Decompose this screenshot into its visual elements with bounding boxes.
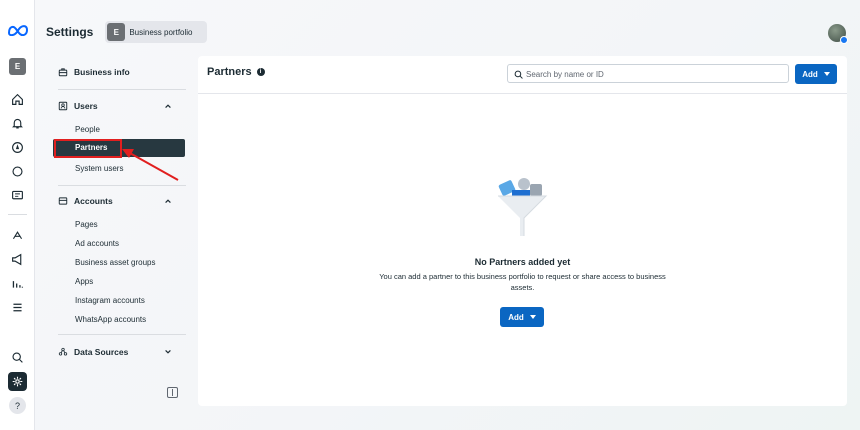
sidebar-section-label: Accounts bbox=[74, 196, 113, 206]
pages-icon[interactable] bbox=[8, 186, 27, 205]
menu-icon[interactable] bbox=[8, 298, 27, 317]
search-icon bbox=[514, 70, 523, 79]
bell-icon[interactable] bbox=[8, 114, 27, 133]
search-field[interactable] bbox=[507, 64, 789, 83]
empty-state-description: You can add a partner to this business p… bbox=[379, 272, 666, 292]
collapse-sidebar-icon[interactable] bbox=[167, 387, 178, 398]
facebook-badge-icon bbox=[840, 36, 848, 44]
left-rail: E ? bbox=[0, 0, 35, 430]
ads-icon[interactable] bbox=[8, 226, 27, 245]
search-input[interactable] bbox=[526, 67, 776, 81]
users-icon bbox=[58, 101, 68, 111]
megaphone-icon[interactable] bbox=[8, 250, 27, 269]
home-icon[interactable] bbox=[8, 90, 27, 109]
sidebar-item-system-users[interactable]: System users bbox=[75, 161, 123, 175]
portfolio-name: Business portfolio bbox=[129, 27, 193, 37]
sidebar-section-label: Data Sources bbox=[74, 347, 129, 357]
sidebar-item-business-info[interactable]: Business info bbox=[58, 63, 130, 81]
sidebar-divider bbox=[58, 89, 186, 90]
search-icon[interactable] bbox=[8, 348, 27, 367]
page-title: Settings bbox=[46, 25, 94, 39]
sidebar-item-people[interactable]: People bbox=[75, 122, 100, 136]
chevron-up-icon[interactable] bbox=[164, 102, 172, 110]
panel-title: Partners bbox=[207, 66, 252, 78]
sidebar-section-label: Users bbox=[74, 101, 98, 111]
sidebar-section-data-sources[interactable]: Data Sources bbox=[58, 343, 128, 361]
portfolio-avatar: E bbox=[107, 23, 126, 41]
sidebar-divider bbox=[58, 185, 186, 186]
sidebar-divider bbox=[58, 334, 186, 335]
accounts-icon bbox=[58, 197, 68, 205]
meta-logo-icon[interactable] bbox=[7, 24, 29, 36]
partners-panel: Partners i Add No Partners added yet You… bbox=[198, 56, 847, 406]
account-avatar[interactable]: E bbox=[9, 58, 26, 75]
add-partner-button[interactable]: Add bbox=[795, 64, 837, 84]
sidebar-section-users[interactable]: Users bbox=[58, 97, 98, 115]
top-bar: Settings E Business portfolio bbox=[46, 16, 208, 48]
funnel-illustration-icon bbox=[498, 178, 548, 236]
button-label: Add bbox=[802, 69, 818, 79]
settings-sidebar: Business info Users People Partners Syst… bbox=[46, 56, 191, 410]
sidebar-item-instagram-accounts[interactable]: Instagram accounts bbox=[75, 293, 145, 307]
panel-title-wrap: Partners i bbox=[207, 66, 265, 78]
insights-icon[interactable] bbox=[8, 274, 27, 293]
sidebar-item-label: Business info bbox=[74, 67, 130, 77]
user-avatar[interactable] bbox=[828, 24, 848, 44]
chat-icon[interactable] bbox=[8, 162, 27, 181]
sidebar-item-pages[interactable]: Pages bbox=[75, 217, 98, 231]
info-icon[interactable]: i bbox=[256, 68, 265, 76]
sidebar-section-accounts[interactable]: Accounts bbox=[58, 192, 113, 210]
chevron-down-icon[interactable] bbox=[164, 348, 172, 356]
empty-state-title: No Partners added yet bbox=[474, 257, 571, 267]
sidebar-item-whatsapp-accounts[interactable]: WhatsApp accounts bbox=[75, 312, 146, 326]
data-sources-icon bbox=[58, 347, 68, 356]
annotation-highlight-box bbox=[54, 139, 122, 158]
sidebar-item-ad-accounts[interactable]: Ad accounts bbox=[75, 236, 119, 250]
chevron-up-icon[interactable] bbox=[164, 197, 172, 205]
panel-header: Partners i Add bbox=[198, 56, 847, 94]
caret-down-icon bbox=[529, 315, 536, 319]
sidebar-item-apps[interactable]: Apps bbox=[75, 274, 93, 288]
rail-divider bbox=[8, 214, 27, 215]
annotation-arrow-icon bbox=[122, 149, 179, 181]
sidebar-item-business-asset-groups[interactable]: Business asset groups bbox=[75, 255, 156, 269]
caret-down-icon bbox=[823, 72, 830, 76]
portfolio-switcher[interactable]: E Business portfolio bbox=[105, 21, 208, 43]
gear-icon[interactable] bbox=[8, 372, 27, 391]
compass-icon[interactable] bbox=[8, 138, 27, 157]
empty-add-partner-button[interactable]: Add bbox=[500, 307, 544, 327]
button-label: Add bbox=[508, 312, 524, 322]
help-icon[interactable]: ? bbox=[9, 397, 26, 414]
briefcase-icon bbox=[58, 68, 68, 77]
